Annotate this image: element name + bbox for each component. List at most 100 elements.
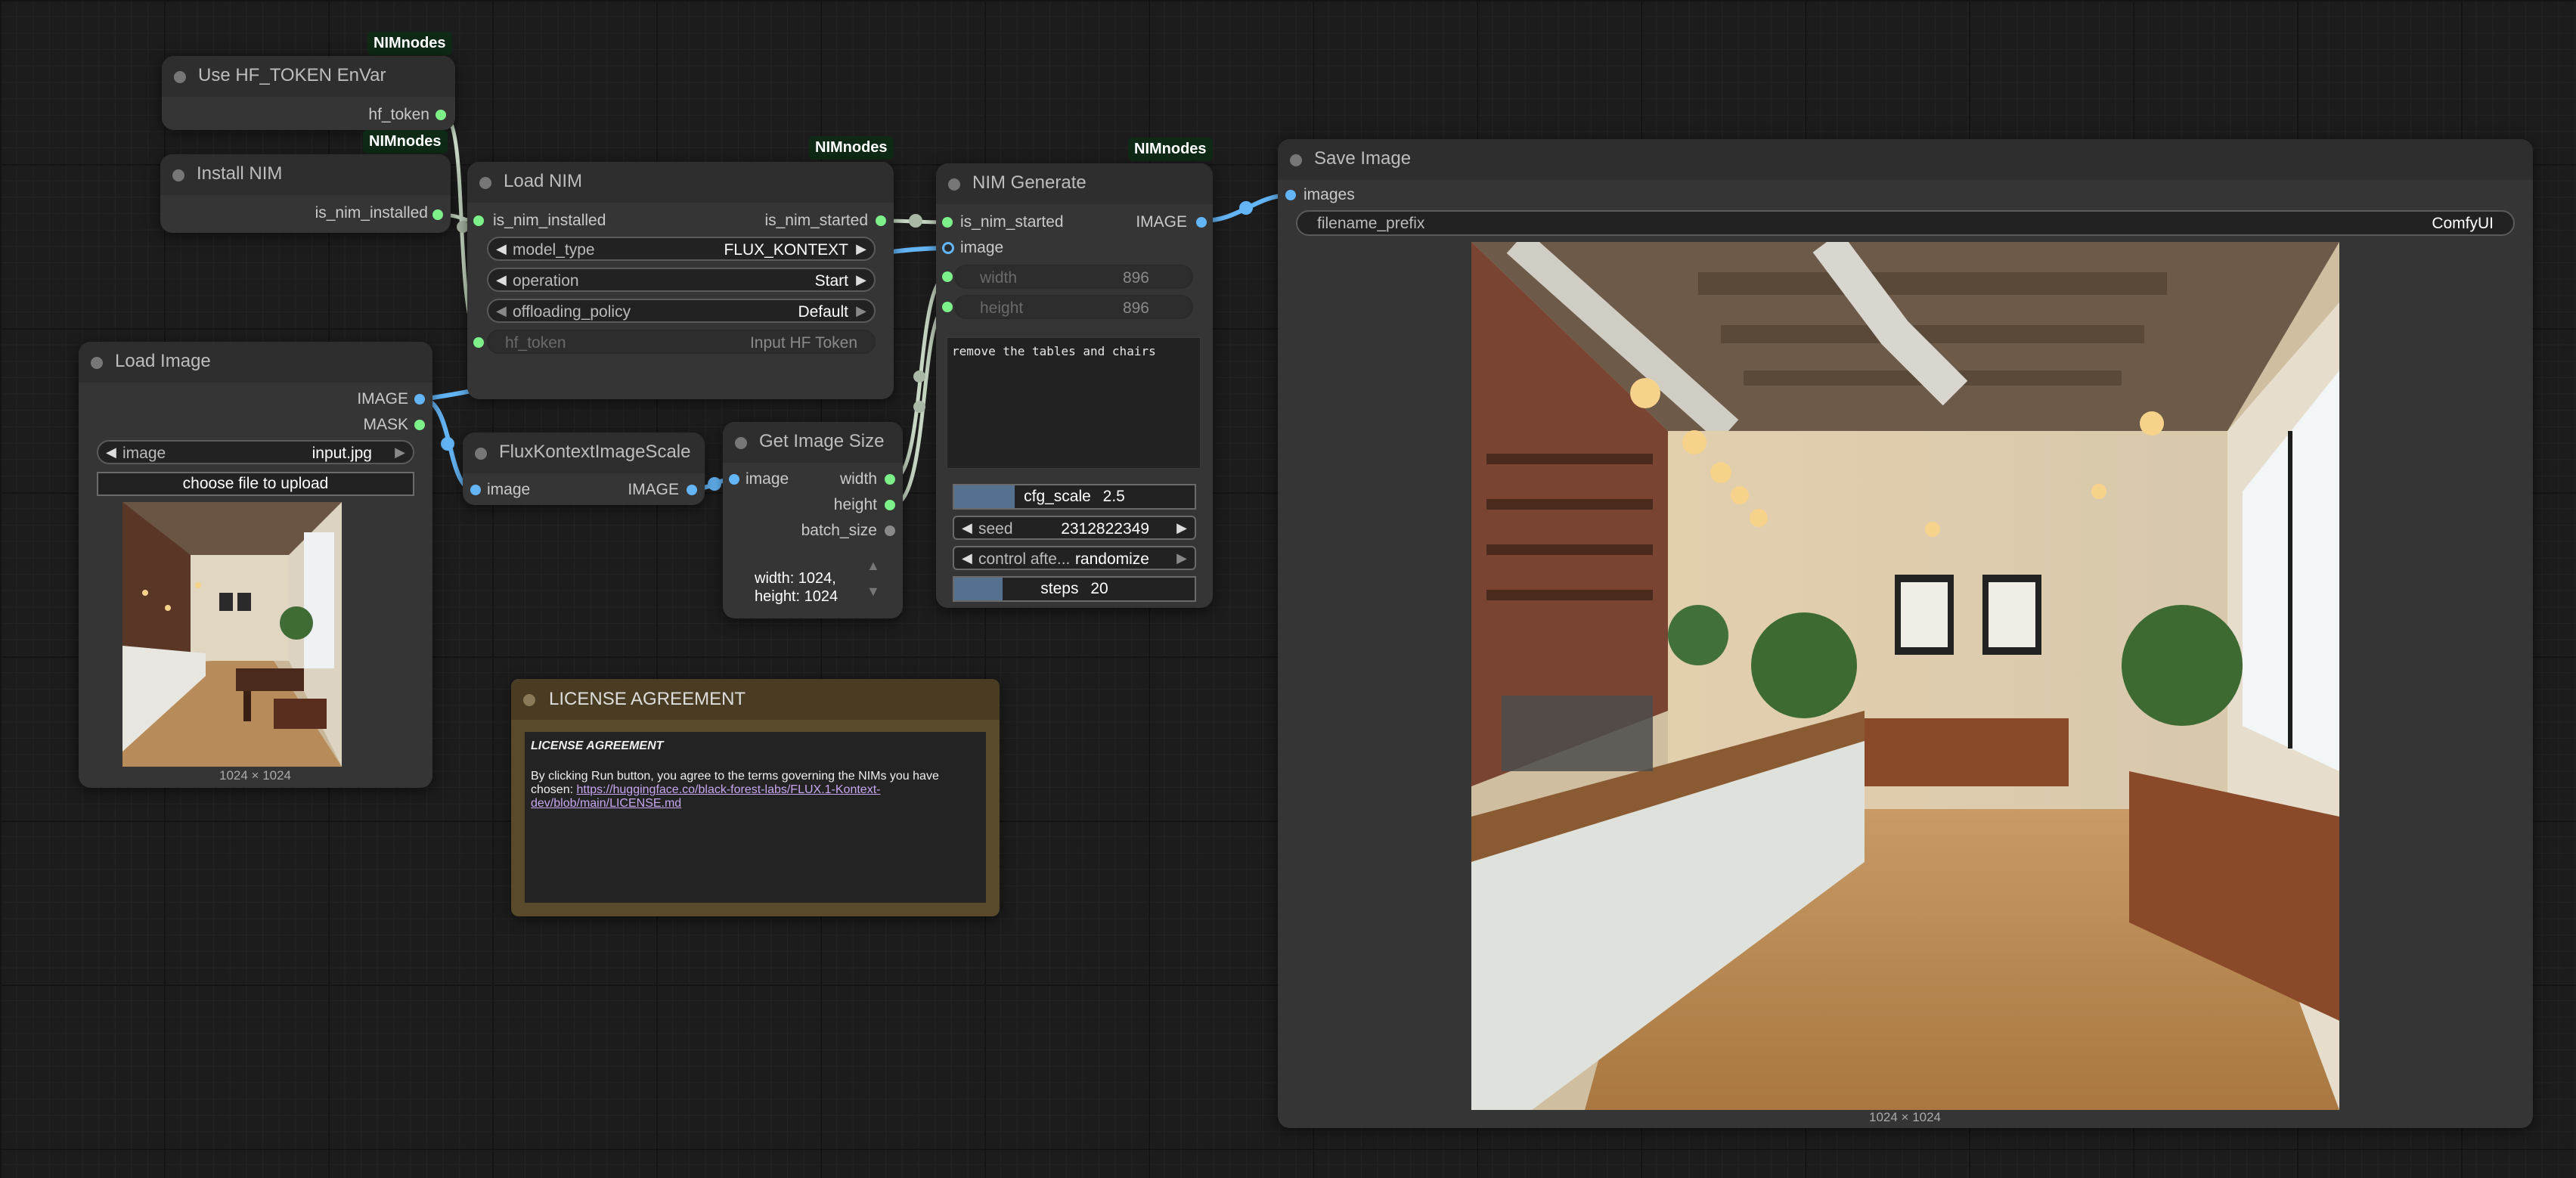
node-badge: NIMnodes <box>367 32 452 55</box>
output-image-size-caption: 1024 × 1024 <box>1869 1110 1942 1124</box>
input-height-pin[interactable] <box>942 302 953 312</box>
operation-combo[interactable]: ◀ operation Start ▶ <box>487 268 876 292</box>
node-badge: NIMnodes <box>809 136 894 160</box>
collapse-dot[interactable] <box>91 357 103 369</box>
input-images-pin[interactable] <box>1285 190 1296 200</box>
input-image-pin[interactable] <box>729 474 739 485</box>
node-title: Load NIM <box>504 171 583 191</box>
node-license-agreement[interactable]: LICENSE AGREEMENT LICENSE AGREEMENT By c… <box>511 679 1000 916</box>
decrement-arrow-icon[interactable]: ◀ <box>962 550 972 566</box>
output-image-pin[interactable] <box>414 394 425 405</box>
node-title: Save Image <box>1314 148 1412 169</box>
scroll-up-icon[interactable]: ▲ <box>866 558 880 574</box>
widget-value: Input HF Token <box>749 334 857 352</box>
decrement-arrow-icon[interactable]: ◀ <box>496 241 507 257</box>
collapse-dot[interactable] <box>1290 154 1302 166</box>
input-hf-token-pin[interactable] <box>473 337 484 348</box>
license-text-area: LICENSE AGREEMENT By clicking Run button… <box>525 732 986 903</box>
widget-value: ComfyUI <box>2432 215 2494 232</box>
filename-prefix-input[interactable]: filename_prefix ComfyUI <box>1296 210 2515 236</box>
hf-token-input[interactable]: hf_token Input HF Token <box>487 330 876 354</box>
node-title-bar[interactable]: Load NIM <box>467 162 894 203</box>
widget-value: 2312822349 <box>1061 520 1149 538</box>
decrement-arrow-icon[interactable]: ◀ <box>496 303 507 319</box>
output-is-nim-started-pin[interactable] <box>876 215 886 226</box>
image-file-combo[interactable]: ◀ image input.jpg ▶ <box>97 440 414 464</box>
node-use-hf-token[interactable]: Use HF_TOKEN EnVar hf_token <box>162 56 455 130</box>
widget-value: Default <box>798 303 848 321</box>
collapse-dot[interactable] <box>475 448 487 460</box>
node-save-image[interactable]: Save Image images filename_prefix ComfyU… <box>1278 139 2533 1128</box>
collapse-dot[interactable] <box>948 178 960 191</box>
output-hf-token-label: hf_token <box>368 106 429 123</box>
collapse-dot[interactable] <box>174 71 186 83</box>
scroll-down-icon[interactable]: ▼ <box>866 584 880 600</box>
cafe-empty-photo-illustration <box>1471 242 2339 1110</box>
increment-arrow-icon[interactable]: ▶ <box>856 303 866 319</box>
output-height-pin[interactable] <box>885 500 895 510</box>
output-batch-size-pin[interactable] <box>885 525 895 536</box>
model-type-combo[interactable]: ◀ model_type FLUX_KONTEXT ▶ <box>487 237 876 261</box>
input-is-nim-started-pin[interactable] <box>942 217 953 228</box>
output-image-label: IMAGE <box>357 390 408 408</box>
node-flux-kontext-image-scale[interactable]: FluxKontextImageScale image IMAGE <box>463 432 705 505</box>
output-mask-label: MASK <box>363 416 408 433</box>
node-title-bar[interactable]: Install NIM <box>160 154 451 195</box>
node-title-bar[interactable]: Use HF_TOKEN EnVar <box>162 56 455 97</box>
widget-label: hf_token <box>505 334 566 352</box>
decrement-arrow-icon[interactable]: ◀ <box>962 520 972 536</box>
node-title-bar[interactable]: Load Image <box>79 342 432 383</box>
output-hf-token-pin[interactable] <box>436 110 446 120</box>
node-load-nim[interactable]: Load NIM is_nim_installed is_nim_started… <box>467 162 894 399</box>
output-image-pin[interactable] <box>1196 217 1207 228</box>
output-image-preview <box>1471 242 2339 1110</box>
node-title-bar[interactable]: FluxKontextImageScale <box>463 432 705 473</box>
input-image-pin[interactable] <box>470 485 481 495</box>
output-is-nim-installed-pin[interactable] <box>432 209 443 220</box>
node-load-image[interactable]: Load Image IMAGE MASK ◀ image input.jpg … <box>79 342 432 788</box>
node-install-nim[interactable]: Install NIM is_nim_installed <box>160 154 451 233</box>
decrement-arrow-icon[interactable]: ◀ <box>106 445 116 460</box>
choose-file-button[interactable]: choose file to upload <box>97 472 414 496</box>
node-title-bar[interactable]: LICENSE AGREEMENT <box>511 679 1000 720</box>
steps-slider[interactable]: steps 20 <box>953 576 1196 602</box>
seed-widget[interactable]: ◀ seed 2312822349 ▶ <box>953 516 1196 540</box>
collapse-dot[interactable] <box>172 169 184 181</box>
collapse-dot[interactable] <box>735 437 747 449</box>
output-mask-pin[interactable] <box>414 420 425 430</box>
widget-label: offloading_policy <box>513 303 631 321</box>
input-image-pin[interactable] <box>942 242 954 254</box>
node-title-bar[interactable]: NIM Generate <box>936 163 1213 204</box>
cfg-scale-slider[interactable]: cfg_scale 2.5 <box>953 484 1196 510</box>
width-widget[interactable]: width 896 <box>954 265 1193 289</box>
node-title: Use HF_TOKEN EnVar <box>198 65 386 85</box>
collapse-dot[interactable] <box>479 177 491 189</box>
output-height-label: height <box>833 496 877 513</box>
node-title-bar[interactable]: Get Image Size <box>723 422 903 463</box>
height-widget[interactable]: height 896 <box>954 295 1193 319</box>
prompt-textarea[interactable]: remove the tables and chairs <box>947 337 1201 469</box>
input-width-pin[interactable] <box>942 271 953 282</box>
output-width-pin[interactable] <box>885 474 895 485</box>
node-title-bar[interactable]: Save Image <box>1278 139 2533 180</box>
decrement-arrow-icon[interactable]: ◀ <box>496 272 507 288</box>
node-nim-generate[interactable]: NIM Generate is_nim_started IMAGE image … <box>936 163 1213 608</box>
node-get-image-size[interactable]: Get Image Size image width height batch_… <box>723 422 903 618</box>
increment-arrow-icon[interactable]: ▶ <box>395 445 405 460</box>
input-is-nim-installed-pin[interactable] <box>473 215 484 226</box>
license-link-line1: https://huggingface.co/black-forest-labs… <box>576 783 881 796</box>
node-title: Get Image Size <box>759 431 885 451</box>
license-link[interactable]: https://huggingface.co/black-forest-labs… <box>531 783 880 810</box>
widget-label: control afte... <box>978 550 1071 568</box>
increment-arrow-icon[interactable]: ▶ <box>856 272 866 288</box>
control-after-generate-combo[interactable]: ◀ control afte... randomize ▶ <box>953 546 1196 570</box>
widget-value: FLUX_KONTEXT <box>724 241 848 259</box>
output-batch-size-label: batch_size <box>801 522 877 539</box>
slider-value: 2.5 <box>1102 488 1125 505</box>
output-image-pin[interactable] <box>687 485 697 495</box>
collapse-dot[interactable] <box>523 694 535 706</box>
increment-arrow-icon[interactable]: ▶ <box>1176 520 1187 536</box>
increment-arrow-icon[interactable]: ▶ <box>856 241 866 257</box>
offloading-policy-combo[interactable]: ◀ offloading_policy Default ▶ <box>487 299 876 323</box>
increment-arrow-icon[interactable]: ▶ <box>1176 550 1187 566</box>
